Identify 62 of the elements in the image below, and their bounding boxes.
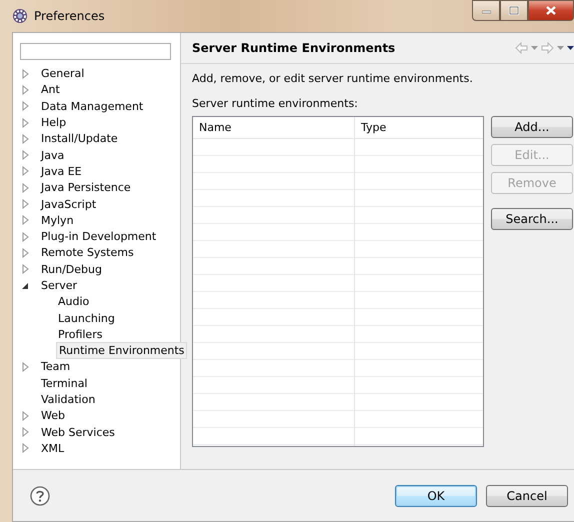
tree-item[interactable]: Run/Debug — [39, 262, 104, 277]
tree-item[interactable]: Validation — [39, 392, 98, 408]
tree-item[interactable]: Web — [39, 408, 67, 424]
tree-item[interactable]: Audio — [56, 294, 92, 310]
close-icon — [545, 5, 557, 16]
tree-item[interactable]: Mylyn — [39, 212, 76, 228]
tree-item[interactable]: XML — [39, 440, 66, 456]
runtime-table[interactable]: Name Type — [192, 116, 484, 447]
help-icon[interactable] — [30, 486, 50, 506]
tree-item[interactable]: Java Persistence — [39, 180, 133, 196]
expand-icon[interactable] — [21, 232, 30, 242]
maximize-icon — [509, 6, 519, 15]
close-button[interactable] — [528, 0, 574, 21]
filter-field[interactable] — [20, 42, 171, 60]
forward-arrow-icon[interactable] — [541, 42, 554, 54]
back-arrow-icon[interactable] — [515, 42, 528, 54]
tree-item[interactable]: Help — [39, 115, 68, 130]
tree-item[interactable]: Java — [39, 148, 66, 163]
tree-item[interactable]: Profilers — [56, 326, 104, 342]
expand-icon[interactable] — [21, 362, 30, 372]
minimize-button[interactable] — [472, 0, 500, 21]
tree-item[interactable]: Plug-in Development — [39, 229, 158, 244]
tree-item[interactable]: Web Services — [39, 424, 117, 440]
expand-icon[interactable] — [21, 215, 30, 226]
expand-icon[interactable] — [21, 134, 30, 144]
expand-icon[interactable] — [21, 150, 30, 160]
expand-icon[interactable] — [21, 101, 30, 112]
expand-icon[interactable] — [21, 118, 30, 128]
list-label: Server runtime environments: — [192, 97, 359, 110]
expand-icon[interactable] — [21, 410, 30, 421]
tree-item[interactable]: Install/Update — [39, 131, 120, 146]
expand-icon[interactable] — [21, 84, 30, 95]
dialog-button[interactable]: OK — [395, 484, 477, 506]
expand-icon[interactable] — [21, 443, 30, 454]
tree-item[interactable]: Team — [39, 359, 72, 374]
tree-item[interactable]: Server — [39, 278, 80, 293]
collapse-icon[interactable] — [21, 281, 30, 290]
tree-item[interactable]: Launching — [56, 310, 117, 326]
tree-item[interactable]: Remote Systems — [39, 245, 136, 260]
dialog-button[interactable]: Cancel — [486, 484, 568, 506]
expand-icon[interactable] — [21, 264, 30, 274]
tree-item[interactable]: JavaScript — [39, 196, 98, 212]
expand-icon[interactable] — [21, 166, 30, 176]
expand-icon[interactable] — [21, 68, 30, 79]
tree-item[interactable]: Runtime Environments — [56, 342, 188, 360]
side-button[interactable]: Add... — [491, 116, 573, 138]
tree-item[interactable]: Ant — [39, 82, 62, 98]
expand-icon[interactable] — [21, 248, 30, 258]
gear-icon — [12, 8, 28, 24]
side-button[interactable]: Search... — [491, 208, 573, 230]
window-title: Preferences — [34, 9, 105, 23]
maximize-button[interactable] — [500, 0, 528, 21]
tree-item[interactable]: Data Management — [39, 98, 146, 114]
expand-icon[interactable] — [21, 199, 30, 210]
column-header[interactable]: Type — [354, 117, 483, 139]
page-description: Add, remove, or edit server runtime environments. — [192, 72, 474, 85]
tree-item[interactable]: General — [39, 66, 86, 82]
expand-icon[interactable] — [21, 182, 30, 193]
tree-item[interactable]: Terminal — [39, 376, 90, 391]
tree-item[interactable]: Java EE — [39, 164, 84, 179]
page-title: Server Runtime Environments — [192, 41, 396, 55]
expand-icon[interactable] — [21, 427, 30, 438]
